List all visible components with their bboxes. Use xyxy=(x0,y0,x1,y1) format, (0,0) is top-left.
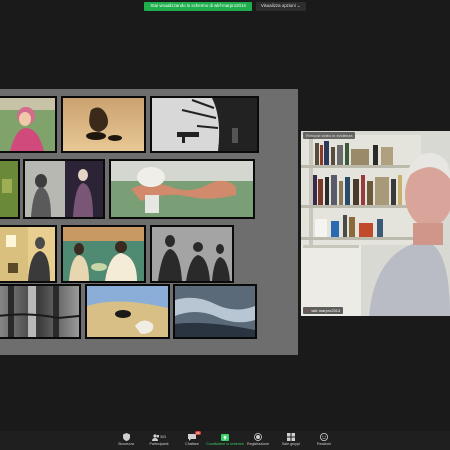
participants-icon: 303 xyxy=(152,433,166,441)
painting-thumbnail xyxy=(23,159,105,219)
participant-video-feed xyxy=(301,131,450,316)
chat-unread-badge: 36 xyxy=(195,431,201,435)
painting-thumbnail xyxy=(0,284,81,339)
share-screen-button[interactable]: Condividere lo schermo xyxy=(206,433,244,450)
zoom-meeting-window: Stai visualizzando lo schermo di wkf-mar… xyxy=(0,0,450,450)
shield-icon xyxy=(122,433,131,441)
participants-count: 303 xyxy=(160,435,166,439)
security-button[interactable]: Sicurezza xyxy=(115,433,137,450)
sharing-indicator: Stai visualizzando lo schermo di wkf-mar… xyxy=(144,2,252,11)
breakout-rooms-button[interactable]: Sale gruppi xyxy=(280,433,302,450)
painting-thumbnail xyxy=(109,159,255,219)
painting-thumbnail xyxy=(0,96,57,153)
meeting-toolbar: Sicurezza 303 Partecipanti 36 Chattare C… xyxy=(0,431,450,450)
chat-label: Chattare xyxy=(185,442,199,446)
share-screen-icon xyxy=(221,433,230,441)
painting-thumbnail xyxy=(0,225,57,283)
record-button[interactable]: Registrazione xyxy=(247,433,269,450)
screen-share-banner: Stai visualizzando lo schermo di wkf-mar… xyxy=(0,2,450,11)
reactions-label: Reazioni xyxy=(317,442,331,446)
participant-name: wkf-marpro2014 xyxy=(311,308,341,313)
shared-screen-content xyxy=(0,89,298,355)
record-icon xyxy=(254,433,263,441)
chat-button[interactable]: 36 Chattare xyxy=(181,431,203,450)
breakout-rooms-label: Sale gruppi xyxy=(281,442,301,446)
record-label: Registrazione xyxy=(247,442,269,446)
painting-thumbnail xyxy=(61,96,146,153)
painting-thumbnail xyxy=(173,284,257,339)
painting-thumbnail xyxy=(61,225,146,283)
view-options-button[interactable]: Visualizza opzioni ⌄ xyxy=(255,2,306,11)
painting-thumbnail xyxy=(0,159,20,219)
share-screen-label: Condividere lo schermo xyxy=(206,442,244,446)
security-label: Sicurezza xyxy=(118,442,134,446)
reactions-button[interactable]: Reazioni xyxy=(313,433,335,450)
painting-thumbnail xyxy=(85,284,170,339)
chat-icon: 36 xyxy=(188,431,201,441)
participant-name-tag: ✕ wkf-marpro2014 xyxy=(303,307,344,314)
breakout-rooms-icon xyxy=(287,433,296,441)
remove-spotlight-label[interactable]: Rimuovi video in evidenza xyxy=(303,132,356,139)
painting-thumbnail xyxy=(150,225,234,283)
participants-button[interactable]: 303 Partecipanti xyxy=(148,433,170,450)
muted-mic-icon: ✕ xyxy=(306,308,310,313)
reactions-icon xyxy=(320,433,329,441)
painting-thumbnail xyxy=(150,96,259,153)
spotlight-video[interactable]: Rimuovi video in evidenza ✕ wkf-marpro20… xyxy=(301,131,450,316)
participants-label: Partecipanti xyxy=(149,442,169,446)
